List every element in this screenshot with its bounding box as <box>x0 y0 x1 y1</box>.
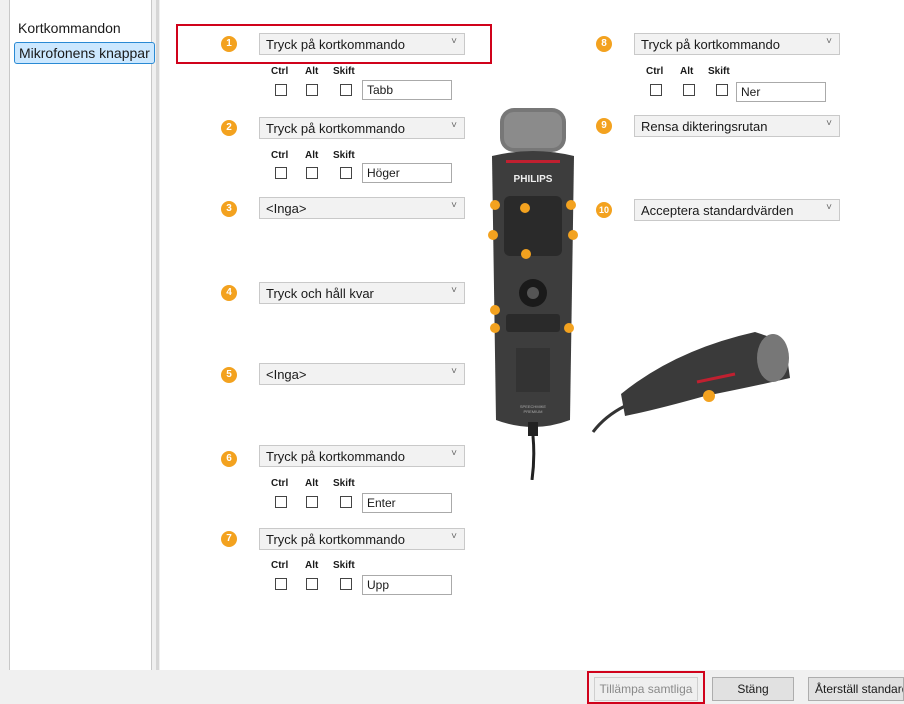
alt-label: Alt <box>305 560 319 571</box>
alt-label: Alt <box>305 66 319 77</box>
speechmike-side-image <box>591 332 790 433</box>
badge-3: 3 <box>221 201 237 217</box>
shift-label: Skift <box>333 478 355 489</box>
action-select-5[interactable]: <Inga> ˅ <box>259 363 465 385</box>
chevron-down-icon: ˅ <box>826 202 832 213</box>
alt-checkbox-2[interactable] <box>306 167 318 179</box>
action-select-1-value: Tryck på kortkommando <box>266 37 405 52</box>
sidebar: Kortkommandon Mikrofonens knappar <box>9 0 155 670</box>
chevron-down-icon: ˅ <box>451 120 457 131</box>
shift-checkbox-6[interactable] <box>340 496 352 508</box>
ctrl-label: Ctrl <box>271 478 289 489</box>
shift-label: Skift <box>333 560 355 571</box>
chevron-down-icon: ˅ <box>451 366 457 377</box>
shift-checkbox-8[interactable] <box>716 84 728 96</box>
badge-6: 6 <box>221 451 237 467</box>
badge-10: 10 <box>596 202 612 218</box>
badge-7: 7 <box>221 531 237 547</box>
sidebar-item-mikrofonens-knappar[interactable]: Mikrofonens knappar <box>14 42 155 64</box>
key-field-7[interactable]: Upp <box>362 575 452 595</box>
shift-label: Skift <box>708 66 730 77</box>
sidebar-item-kortkommandon[interactable]: Kortkommandon <box>14 18 125 38</box>
ctrl-checkbox-2[interactable] <box>275 167 287 179</box>
alt-checkbox-6[interactable] <box>306 496 318 508</box>
action-select-6-value: Tryck på kortkommando <box>266 449 405 464</box>
philips-logo: PHILIPS <box>514 174 553 185</box>
key-field-2[interactable]: Höger <box>362 163 452 183</box>
action-select-7-value: Tryck på kortkommando <box>266 532 405 547</box>
ctrl-checkbox-1[interactable] <box>275 84 287 96</box>
shift-label: Skift <box>333 150 355 161</box>
badge-5: 5 <box>221 367 237 383</box>
action-select-2-value: Tryck på kortkommando <box>266 121 405 136</box>
shift-label: Skift <box>333 66 355 77</box>
badge-9: 9 <box>596 118 612 134</box>
alt-label: Alt <box>305 478 319 489</box>
chevron-down-icon: ˅ <box>451 200 457 211</box>
shift-checkbox-7[interactable] <box>340 578 352 590</box>
ctrl-checkbox-7[interactable] <box>275 578 287 590</box>
alt-checkbox-1[interactable] <box>306 84 318 96</box>
chevron-down-icon: ˅ <box>451 531 457 542</box>
alt-label: Alt <box>305 150 319 161</box>
action-select-1[interactable]: Tryck på kortkommando ˅ <box>259 33 465 55</box>
action-select-7[interactable]: Tryck på kortkommando ˅ <box>259 528 465 550</box>
ctrl-label: Ctrl <box>646 66 664 77</box>
action-select-8-value: Tryck på kortkommando <box>641 37 780 52</box>
action-select-9[interactable]: Rensa dikteringsrutan ˅ <box>634 115 840 137</box>
chevron-down-icon: ˅ <box>451 285 457 296</box>
speechmike-front-image: PHILIPS SPEECHMIKE PREMIUM <box>488 108 578 480</box>
ctrl-label: Ctrl <box>271 150 289 161</box>
action-select-2[interactable]: Tryck på kortkommando ˅ <box>259 117 465 139</box>
action-select-8[interactable]: Tryck på kortkommando ˅ <box>634 33 840 55</box>
key-field-1[interactable]: Tabb <box>362 80 452 100</box>
action-select-6[interactable]: Tryck på kortkommando ˅ <box>259 445 465 467</box>
alt-checkbox-7[interactable] <box>306 578 318 590</box>
ctrl-checkbox-8[interactable] <box>650 84 662 96</box>
action-select-4-value: Tryck och håll kvar <box>266 286 374 301</box>
ctrl-label: Ctrl <box>271 560 289 571</box>
chevron-down-icon: ˅ <box>826 36 832 47</box>
chevron-down-icon: ˅ <box>826 118 832 129</box>
ctrl-label: Ctrl <box>271 66 289 77</box>
action-select-4[interactable]: Tryck och håll kvar ˅ <box>259 282 465 304</box>
action-select-9-value: Rensa dikteringsrutan <box>641 119 768 134</box>
alt-label: Alt <box>680 66 694 77</box>
action-select-10-value: Acceptera standardvärden <box>641 203 794 218</box>
key-field-8[interactable]: Ner <box>736 82 826 102</box>
alt-checkbox-8[interactable] <box>683 84 695 96</box>
ctrl-checkbox-6[interactable] <box>275 496 287 508</box>
apply-all-button[interactable]: Tillämpa samtliga <box>594 677 698 701</box>
action-select-10[interactable]: Acceptera standardvärden ˅ <box>634 199 840 221</box>
model-label-line2: PREMIUM <box>524 409 543 414</box>
pane-divider[interactable] <box>156 0 159 670</box>
chevron-down-icon: ˅ <box>451 448 457 459</box>
reset-defaults-button[interactable]: Återställ standard <box>808 677 904 701</box>
chevron-down-icon: ˅ <box>451 36 457 47</box>
badge-8: 8 <box>596 36 612 52</box>
key-field-6[interactable]: Enter <box>362 493 452 513</box>
action-select-5-value: <Inga> <box>266 367 307 382</box>
close-button[interactable]: Stäng <box>712 677 794 701</box>
badge-4: 4 <box>221 285 237 301</box>
badge-1: 1 <box>221 36 237 52</box>
badge-2: 2 <box>221 120 237 136</box>
action-select-3-value: <Inga> <box>266 201 307 216</box>
shift-checkbox-2[interactable] <box>340 167 352 179</box>
action-select-3[interactable]: <Inga> ˅ <box>259 197 465 219</box>
shift-checkbox-1[interactable] <box>340 84 352 96</box>
